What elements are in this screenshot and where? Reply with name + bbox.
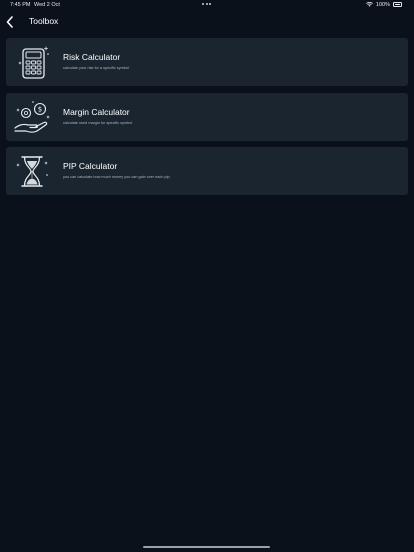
back-button[interactable] [4, 15, 16, 29]
home-indicator[interactable] [143, 545, 270, 548]
status-time: 7:45 PM [10, 2, 31, 8]
card-title: PIP Calculator [63, 161, 118, 171]
battery-icon [393, 2, 402, 7]
nav-bar: Toolbox [0, 12, 414, 32]
calculator-icon [12, 42, 52, 82]
margin-calculator-card[interactable]: $ Margin Calculator calculate used margi… [6, 92, 408, 141]
status-right: 100% [366, 2, 402, 8]
card-subtitle: you can calculate how much money you can… [63, 175, 170, 179]
wifi-icon [366, 2, 373, 7]
card-title: Risk Calculator [63, 52, 121, 62]
card-subtitle: calculate used margin for specific symbo… [63, 120, 133, 125]
page-title: Toolbox [29, 16, 59, 26]
svg-text:$: $ [38, 105, 42, 113]
hourglass-icon [12, 151, 52, 191]
card-title: Margin Calculator [63, 106, 130, 117]
pip-calculator-card[interactable]: PIP Calculator you can calculate how muc… [6, 147, 408, 195]
battery-fill [394, 3, 401, 6]
status-bar: 7:45 PM Wed 2 Oct 100% [0, 0, 414, 10]
tool-list: Risk Calculator calculate your risk for … [6, 38, 408, 202]
status-date: Wed 2 Oct [34, 2, 60, 8]
risk-calculator-card[interactable]: Risk Calculator calculate your risk for … [6, 38, 408, 86]
card-subtitle: calculate your risk for a specific symbo… [63, 66, 129, 70]
multitasking-dots-icon[interactable] [202, 3, 212, 5]
battery-percent: 100% [375, 1, 390, 8]
chevron-left-icon [6, 16, 13, 28]
hand-coins-icon: $ [12, 97, 52, 137]
